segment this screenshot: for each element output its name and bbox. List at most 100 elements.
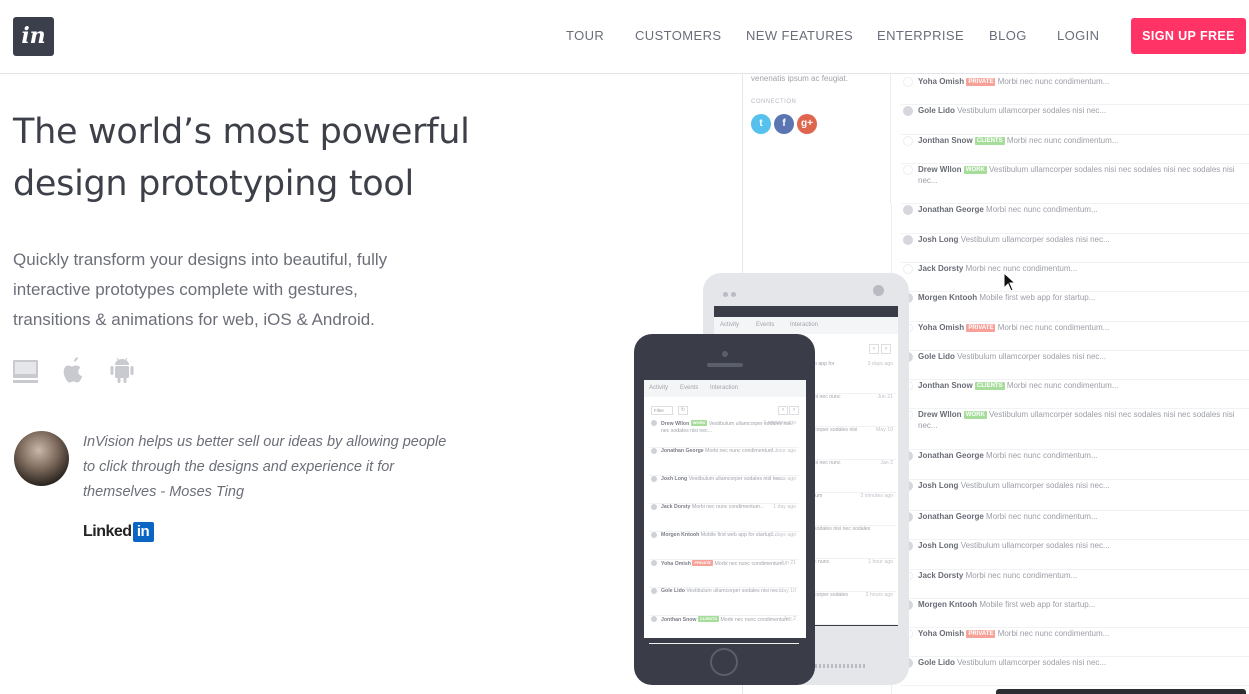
nav-blog[interactable]: BLOG [989, 28, 1027, 43]
feed-row[interactable]: Morgen Kntooh Mobile first web app for s… [901, 599, 1249, 628]
phone-feed-row[interactable]: Jonathan George Morbi nec nunc condiment… [649, 448, 799, 476]
nav-login[interactable]: LOGIN [1057, 28, 1099, 43]
tablet-feed-row[interactable]: corper sodales 2 hours ago [810, 592, 896, 625]
nav-customers[interactable]: CUSTOMERS [635, 28, 721, 43]
phone-feed-time: May 10 [778, 588, 796, 594]
feed-tag: WORK [963, 411, 987, 419]
mockup-sidebar: venenatis ipsum ac feugiat. CONNECTION t… [743, 74, 891, 204]
phone-prev-icon[interactable]: ‹ [778, 406, 788, 415]
tablet-feed-time: Jan 2 [880, 460, 893, 466]
tablet-speaker-grille [815, 664, 867, 668]
tablet-feed-row[interactable]: c nunc 1 hour ago [810, 559, 896, 592]
feed-text: Morbi nec nunc condimentum... [965, 264, 1078, 273]
feed-row[interactable]: Yoha Omish PRIVATE Morbi nec nunc condim… [901, 628, 1249, 657]
phone-tabs: Activity Events Interaction [644, 380, 806, 397]
feed-row[interactable]: Josh Long Vestibulum ullamcorper sodales… [901, 540, 1249, 570]
feed-row[interactable]: Yoha Omish PRIVATE Morbi nec nunc condim… [901, 76, 1249, 105]
feed-row[interactable]: Jack Dorsty Morbi nec nunc condimentum..… [901, 263, 1249, 292]
tablet-feed-row[interactable]: bi nec nunc Jun 21 [810, 394, 896, 427]
phone-feed-avatar [651, 616, 657, 622]
testimonial-quote: InVision helps us better sell our ideas … [83, 434, 447, 500]
phone-feed-name: Jack Dorsty [661, 504, 691, 510]
feed-name: Drew Wllon [918, 165, 962, 174]
tablet-next-icon[interactable]: › [881, 344, 891, 354]
tablet-feed-row[interactable]: corper sodales nisi May 10 [810, 427, 896, 460]
phone-feed-name: Jonthan Snow [661, 617, 697, 623]
feed-row[interactable]: Jonathan George Morbi nec nunc condiment… [901, 204, 1249, 234]
phone-tab-interaction[interactable]: Interaction [710, 385, 738, 391]
feed-row[interactable]: Gole Lido Vestibulum ullamcorper sodales… [901, 657, 1249, 686]
phone-feed-text: Morbi nec nunc condimentum... [714, 561, 787, 567]
headline-line-2: design prototyping tool [13, 164, 414, 204]
feed-row[interactable]: Josh Long Vestibulum ullamcorper sodales… [901, 234, 1249, 263]
feed-text: Morbi nec nunc condimentum... [1006, 136, 1119, 145]
sign-up-free-button[interactable]: SIGN UP FREE [1131, 18, 1246, 54]
phone-filter-select[interactable]: Filter [651, 406, 673, 415]
nav-enterprise[interactable]: ENTERPRISE [877, 28, 964, 43]
feed-row[interactable]: Gole Lido Vestibulum ullamcorper sodales… [901, 105, 1249, 135]
tablet-tab-activity[interactable]: Activity [720, 322, 739, 328]
hero-headline: The world’s most powerful design prototy… [13, 106, 473, 210]
feed-tag: PRIVATE [966, 630, 996, 638]
feed-row[interactable]: Jonathan George Morbi nec nunc condiment… [901, 450, 1249, 480]
phone-feed-avatar [651, 476, 657, 482]
feed-row[interactable]: Gole Lido Vestibulum ullamcorper sodales… [901, 351, 1249, 380]
feed-row[interactable]: Jonthan Snow CLIENTS Morbi nec nunc cond… [901, 380, 1249, 409]
feed-row[interactable]: Jonathan George Morbi nec nunc condiment… [901, 511, 1249, 540]
phone-feed-text: Morbi nec nunc condimentum... [705, 448, 778, 454]
phone-tab-activity[interactable]: Activity [649, 385, 668, 391]
phone-feed-row[interactable]: Josh Long Vestibulum ullamcorper sodales… [649, 476, 799, 504]
phone-feed-avatar [651, 532, 657, 538]
phone-feed-time: 3 days ago [770, 532, 796, 538]
feed-row[interactable]: Morgen Kntooh Mobile first web app for s… [901, 292, 1249, 322]
hero-subline: Quickly transform your designs into beau… [13, 250, 388, 329]
tablet-feed-row[interactable]: b app for 3 days ago [810, 361, 896, 394]
phone-feed-row[interactable]: Jonthan Snow CLIENTS Morbi nec nunc cond… [649, 616, 799, 644]
phone-tab-events[interactable]: Events [680, 385, 698, 391]
feed-name: Gole Lido [918, 352, 955, 361]
tablet-feed-row[interactable]: lum 3 minutes ago [810, 493, 896, 526]
landing-page: in TOUR CUSTOMERS NEW FEATURES ENTERPRIS… [0, 0, 1249, 694]
feed-name: Gole Lido [918, 106, 955, 115]
tablet-prev-icon[interactable]: ‹ [869, 344, 879, 354]
feed-row[interactable]: Jonthan Snow CLIENTS Morbi nec nunc cond… [901, 135, 1249, 164]
phone-feed-text: Vestibulum ullamcorper sodales nisi nec.… [686, 588, 783, 594]
tablet-feed-time: Jun 21 [877, 394, 893, 400]
feed-row[interactable]: Drew Wllon WORK Vestibulum ullamcorper s… [901, 409, 1249, 450]
feed-text: Morbi nec nunc condimentum... [986, 512, 1098, 521]
phone-feed-row[interactable]: Morgen Kntooh Mobile first web app for s… [649, 532, 799, 560]
phone-feed-avatar [651, 560, 657, 566]
phone-next-icon[interactable]: › [789, 406, 799, 415]
phone-feed-tag: PRIVATE [692, 560, 714, 566]
tablet-feed-row[interactable]: sodales nisi nec sodales [810, 526, 896, 559]
phone-feed-row[interactable]: Yoha Omish PRIVATE Morbi nec nunc condim… [649, 560, 799, 588]
feed-row[interactable]: Yoha Omish PRIVATE Morbi nec nunc condim… [901, 322, 1249, 351]
feed-name: Jonathan George [918, 205, 984, 214]
feed-tag: WORK [963, 166, 987, 174]
feed-text: Mobile first web app for startup... [979, 600, 1096, 609]
tablet-feed-time: 1 hour ago [868, 559, 893, 565]
feed-row[interactable]: Josh Long Vestibulum ullamcorper sodales… [901, 480, 1249, 511]
testimonial-avatar [14, 431, 69, 486]
phone-feed-text: Mobile first web app for startup... [700, 532, 777, 538]
nav-new-features[interactable]: NEW FEATURES [746, 28, 853, 43]
nav-tour[interactable]: TOUR [566, 28, 604, 43]
tablet-tab-interaction[interactable]: Interaction [790, 322, 818, 328]
phone-feed-row[interactable]: Jack Dorsty Morbi nec nunc condimentum..… [649, 504, 799, 532]
feed-name: Yoha Omish [918, 77, 965, 86]
desktop-icon [13, 360, 38, 383]
invision-logo[interactable]: in [13, 17, 54, 56]
phone-feed-row[interactable]: Gole Lido Vestibulum ullamcorper sodales… [649, 588, 799, 616]
facebook-icon: f [774, 114, 794, 134]
feed-name: Drew Wllon [918, 410, 962, 419]
feed-row[interactable]: Drew Wllon WORK Vestibulum ullamcorper s… [901, 164, 1249, 204]
tablet-sensor [731, 292, 736, 297]
feed-name: Jonthan Snow [918, 136, 973, 145]
tablet-tab-events[interactable]: Events [756, 322, 774, 328]
feed-row[interactable]: Jack Dorsty Morbi nec nunc condimentum..… [901, 570, 1249, 599]
phone-feed-row[interactable]: Drew Wllon WORK Vestibulum ullamcorper s… [649, 420, 799, 448]
feed-name: Jack Dorsty [918, 264, 964, 273]
phone-refresh-icon[interactable]: ↻ [678, 406, 688, 415]
tablet-feed-row[interactable]: bi nec nunc Jan 2 [810, 460, 896, 493]
feed-name: Jonathan George [918, 512, 984, 521]
